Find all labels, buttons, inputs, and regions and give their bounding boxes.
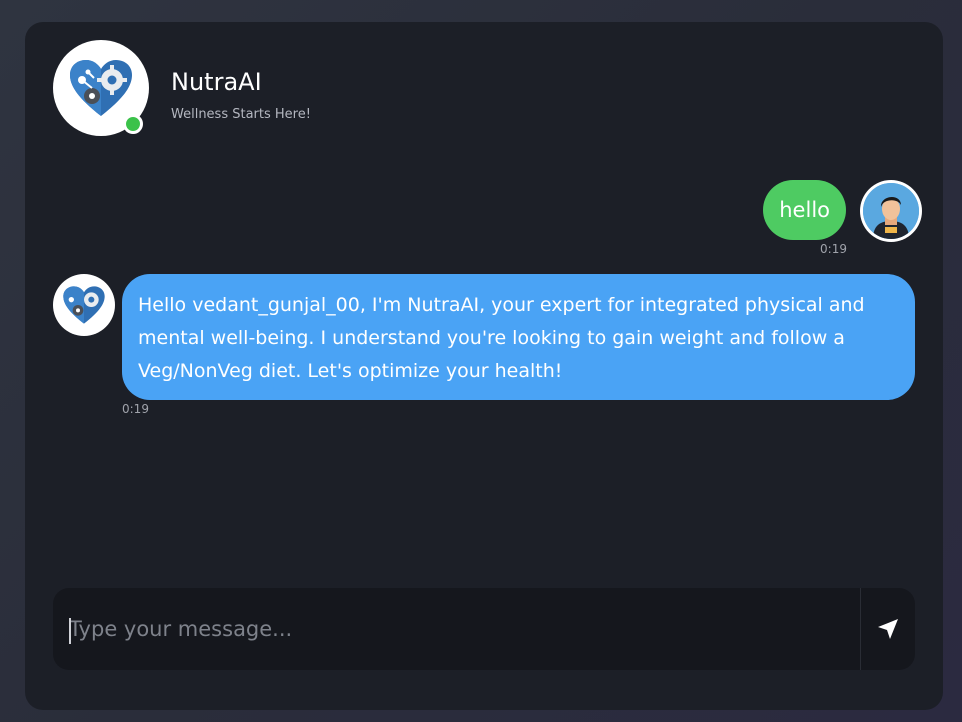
chat-window: NutraAI Wellness Starts Here! hello 0:19 bbox=[25, 22, 943, 710]
message-input[interactable] bbox=[53, 588, 860, 670]
bot-avatar bbox=[53, 274, 115, 336]
user-message-bubble: hello bbox=[763, 180, 846, 240]
online-status-dot bbox=[123, 114, 143, 134]
send-arrow-icon bbox=[878, 619, 898, 639]
app-title: NutraAI bbox=[171, 68, 262, 96]
chat-header: NutraAI Wellness Starts Here! bbox=[53, 40, 913, 140]
bot-message-time: 0:19 bbox=[122, 402, 149, 416]
user-avatar[interactable] bbox=[860, 180, 922, 242]
user-message-time: 0:19 bbox=[820, 242, 847, 256]
app-subtitle: Wellness Starts Here! bbox=[171, 107, 311, 122]
bot-message-bubble: Hello vedant_gunjal_00, I'm NutraAI, you… bbox=[122, 274, 915, 400]
user-avatar-icon bbox=[863, 183, 919, 239]
heart-gears-icon bbox=[70, 60, 132, 116]
bot-logo-wrapper bbox=[53, 40, 149, 136]
send-button[interactable] bbox=[860, 588, 915, 670]
message-composer bbox=[53, 588, 915, 670]
text-caret bbox=[69, 618, 71, 644]
heart-gears-icon bbox=[63, 286, 105, 324]
